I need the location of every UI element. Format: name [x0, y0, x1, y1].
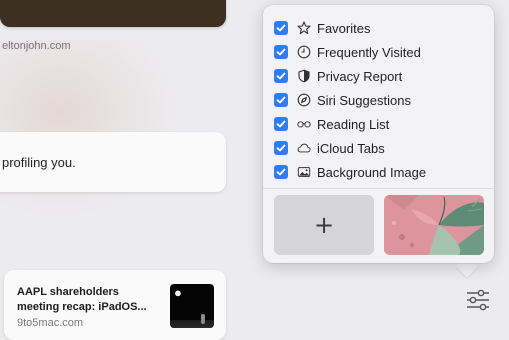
siri-suggestions-label: Siri Suggestions [317, 92, 411, 108]
news-source: 9to5mac.com [17, 317, 84, 329]
favorite-tile-card[interactable] [0, 0, 226, 27]
favorites-label: Favorites [317, 20, 371, 36]
option-frequently-visited[interactable]: Frequently Visited [274, 41, 484, 63]
siri-suggestions-checkbox[interactable] [274, 93, 288, 107]
privacy-report-text: profiling you. [2, 155, 76, 170]
privacy-report-card[interactable]: profiling you. [0, 132, 226, 192]
photo-icon [296, 164, 312, 180]
star-icon [296, 20, 312, 36]
news-card[interactable]: AAPL shareholders meeting recap: iPadOS.… [4, 270, 226, 340]
clock-icon [296, 44, 312, 60]
butterfly-wallpaper-image [384, 195, 484, 255]
shield-icon [296, 68, 312, 84]
customize-start-page-popover: Favorites Frequently Visited Privacy Rep… [263, 5, 494, 263]
privacy-report-label: Privacy Report [317, 68, 403, 84]
option-reading-list[interactable]: Reading List [274, 113, 484, 135]
reading-list-label: Reading List [317, 116, 390, 132]
reading-list-checkbox[interactable] [274, 117, 288, 131]
option-icloud-tabs[interactable]: iCloud Tabs [274, 137, 484, 159]
add-background-image-button[interactable]: + [274, 195, 374, 255]
frequently-visited-checkbox[interactable] [274, 45, 288, 59]
news-title: AAPL shareholders meeting recap: iPadOS.… [17, 286, 147, 313]
background-image-checkbox[interactable] [274, 165, 288, 179]
icloud-tabs-label: iCloud Tabs [317, 140, 385, 156]
background-image-label: Background Image [317, 164, 427, 180]
icloud-tabs-checkbox[interactable] [274, 141, 288, 155]
divider [263, 188, 494, 189]
sliders-icon [467, 289, 489, 311]
background-image-thumbnail[interactable] [384, 195, 484, 255]
compass-icon [296, 92, 312, 108]
frequently-visited-label: Frequently Visited [317, 44, 421, 60]
news-thumbnail: ● [170, 284, 214, 328]
customize-start-page-button[interactable] [462, 286, 494, 314]
favorites-checkbox[interactable] [274, 21, 288, 35]
background-blur [0, 40, 180, 220]
option-favorites[interactable]: Favorites [274, 17, 484, 39]
option-siri-suggestions[interactable]: Siri Suggestions [274, 89, 484, 111]
glasses-icon [296, 116, 312, 132]
privacy-report-checkbox[interactable] [274, 69, 288, 83]
option-background-image[interactable]: Background Image [274, 161, 484, 183]
option-privacy-report[interactable]: Privacy Report [274, 65, 484, 87]
apple-logo-icon: ● [174, 285, 182, 300]
cloud-icon [296, 140, 312, 156]
site-label[interactable]: eltonjohn.com [2, 40, 71, 52]
